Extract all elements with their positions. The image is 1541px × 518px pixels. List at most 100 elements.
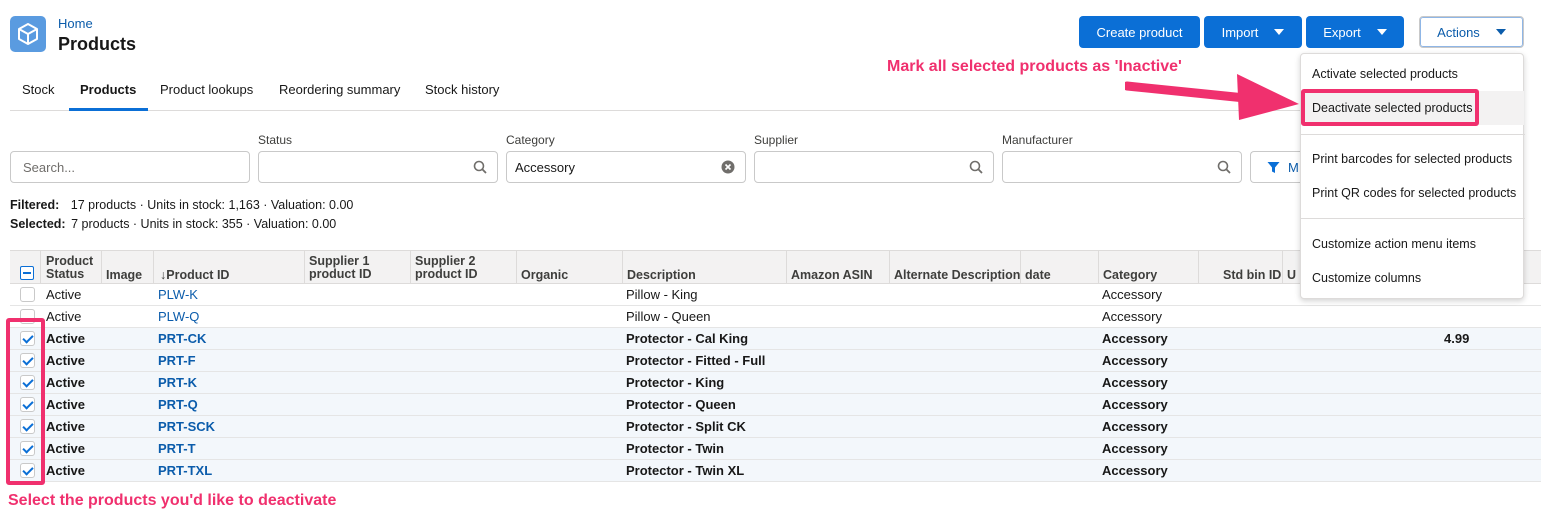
menu-item-customize-columns[interactable]: Customize columns bbox=[1312, 271, 1421, 285]
manufacturer-filter-input[interactable] bbox=[1002, 151, 1242, 183]
col-description[interactable]: Description bbox=[627, 269, 696, 282]
import-button[interactable]: Import bbox=[1204, 16, 1302, 48]
cell-status: Active bbox=[46, 331, 86, 346]
column-divider bbox=[1282, 251, 1283, 283]
column-divider bbox=[622, 251, 623, 283]
filtered-label: Filtered: bbox=[10, 198, 60, 212]
column-divider bbox=[1198, 251, 1199, 283]
filter-icon bbox=[1267, 161, 1280, 173]
import-label: Import bbox=[1221, 24, 1259, 40]
col-std-bin-id[interactable]: Std bin ID bbox=[1223, 269, 1281, 282]
menu-item-customize-actions[interactable]: Customize action menu items bbox=[1312, 237, 1476, 251]
cell-product-id[interactable]: PRT-F bbox=[158, 353, 196, 368]
col-product-id[interactable]: ↓Product ID bbox=[160, 269, 229, 282]
table-row[interactable]: Active PRT-CK Protector - Cal King Accessor… bbox=[10, 328, 1541, 350]
cell-status: Active bbox=[46, 353, 86, 368]
cell-status: Active bbox=[46, 287, 82, 302]
tab-reordering-summary[interactable]: Reordering summary bbox=[279, 82, 400, 97]
cell-description: Protector - Twin bbox=[626, 441, 724, 456]
supplier-filter-input[interactable] bbox=[754, 151, 994, 183]
tab-product-lookups[interactable]: Product lookups bbox=[160, 82, 253, 97]
create-product-label: Create product bbox=[1096, 24, 1183, 40]
cell-product-id[interactable]: PRT-T bbox=[158, 441, 196, 456]
col-organic[interactable]: Organic bbox=[521, 269, 568, 282]
selected-summary: Selected: 7 products · Units in stock: 3… bbox=[10, 217, 336, 231]
search-icon bbox=[473, 160, 487, 174]
cell-category: Accessory bbox=[1102, 287, 1162, 302]
col-product-status[interactable]: Product Status bbox=[46, 255, 93, 281]
cell-category: Accessory bbox=[1102, 419, 1168, 434]
cell-product-id[interactable]: PRT-Q bbox=[158, 397, 198, 412]
search-placeholder: Search... bbox=[23, 159, 76, 175]
search-icon bbox=[969, 160, 983, 174]
row-checkbox[interactable] bbox=[20, 287, 35, 302]
table-row[interactable]: Active PRT-SCK Protector - Split CK Accesso… bbox=[10, 416, 1541, 438]
cell-status: Active bbox=[46, 441, 86, 456]
table-row[interactable]: Active PRT-F Protector - Fitted - Full Acce… bbox=[10, 350, 1541, 372]
annotation-highlight-box bbox=[1301, 89, 1479, 126]
search-input[interactable]: Search... bbox=[10, 151, 250, 183]
selected-text: 7 products · Units in stock: 355 · Valua… bbox=[71, 217, 337, 231]
column-divider bbox=[889, 251, 890, 283]
more-filters-label: M bbox=[1288, 159, 1299, 175]
cell-product-id[interactable]: PRT-TXL bbox=[158, 463, 212, 478]
menu-item-activate[interactable]: Activate selected products bbox=[1312, 67, 1458, 81]
cell-description: Protector - Fitted - Full bbox=[626, 353, 766, 368]
actions-label: Actions bbox=[1437, 24, 1480, 40]
column-divider bbox=[40, 251, 41, 283]
col-category[interactable]: Category bbox=[1103, 269, 1157, 282]
menu-item-print-qr-codes[interactable]: Print QR codes for selected products bbox=[1312, 186, 1516, 200]
menu-item-print-barcodes[interactable]: Print barcodes for selected products bbox=[1312, 152, 1512, 166]
search-icon bbox=[1217, 160, 1231, 174]
cell-product-id[interactable]: PRT-SCK bbox=[158, 419, 215, 434]
filtered-text: 17 products · Units in stock: 1,163 · Va… bbox=[70, 198, 354, 212]
category-filter-label: Category bbox=[506, 133, 555, 147]
cell-product-id[interactable]: PLW-Q bbox=[158, 309, 199, 324]
cell-description: Protector - Split CK bbox=[626, 419, 746, 434]
manufacturer-filter-label: Manufacturer bbox=[1002, 133, 1073, 147]
cell-product-id[interactable]: PRT-K bbox=[158, 375, 197, 390]
col-supplier2-id[interactable]: Supplier 2 product ID bbox=[415, 255, 478, 281]
tab-stock-history[interactable]: Stock history bbox=[425, 82, 499, 97]
col-date[interactable]: date bbox=[1025, 269, 1051, 282]
cell-description: Protector - King bbox=[626, 375, 725, 390]
cell-category: Accessory bbox=[1102, 331, 1168, 346]
cell-price: 4.99 bbox=[1444, 331, 1470, 346]
col-supplier1-line2: product ID bbox=[309, 267, 372, 281]
column-divider bbox=[304, 251, 305, 283]
table-row[interactable]: Active PLW-Q Pillow - Queen Accessory bbox=[10, 306, 1541, 328]
table-row[interactable]: Active PRT-Q Protector - Queen Accessory bbox=[10, 394, 1541, 416]
cell-description: Pillow - King bbox=[626, 287, 698, 302]
col-alternate-description[interactable]: Alternate Description bbox=[894, 269, 1020, 282]
table-row[interactable]: Active PRT-K Protector - King Accessory bbox=[10, 372, 1541, 394]
more-filters-button[interactable]: M bbox=[1250, 151, 1300, 183]
status-filter-input[interactable] bbox=[258, 151, 498, 183]
create-product-button[interactable]: Create product bbox=[1079, 16, 1200, 48]
cell-category: Accessory bbox=[1102, 441, 1168, 456]
cell-description: Pillow - Queen bbox=[626, 309, 711, 324]
chevron-down-icon bbox=[1376, 29, 1387, 35]
clear-icon[interactable] bbox=[721, 160, 735, 174]
col-amazon-asin[interactable]: Amazon ASIN bbox=[791, 269, 873, 282]
cell-category: Accessory bbox=[1102, 463, 1168, 478]
actions-button[interactable]: Actions bbox=[1419, 16, 1524, 48]
chevron-down-icon bbox=[1274, 29, 1285, 35]
table-row[interactable]: Active PRT-TXL Protector - Twin XL Accessor… bbox=[10, 460, 1541, 482]
category-filter-input[interactable]: Accessory bbox=[506, 151, 746, 183]
active-tab-indicator bbox=[69, 108, 148, 111]
select-all-checkbox[interactable] bbox=[20, 266, 34, 280]
export-button[interactable]: Export bbox=[1306, 16, 1404, 48]
tab-stock[interactable]: Stock bbox=[22, 82, 55, 97]
table-row[interactable]: Active PRT-T Protector - Twin Accessory bbox=[10, 438, 1541, 460]
breadcrumb[interactable]: Home bbox=[58, 16, 93, 31]
col-supplier1-id[interactable]: Supplier 1 product ID bbox=[309, 255, 372, 281]
annotation-checkbox-box bbox=[6, 318, 45, 485]
cell-description: Protector - Cal King bbox=[626, 331, 749, 346]
status-filter-label: Status bbox=[258, 133, 293, 147]
box-icon bbox=[18, 23, 38, 45]
cell-product-id[interactable]: PRT-CK bbox=[158, 331, 206, 346]
cell-product-id[interactable]: PLW-K bbox=[158, 287, 198, 302]
col-extra[interactable]: U bbox=[1287, 269, 1296, 282]
col-image[interactable]: Image bbox=[106, 269, 142, 282]
tab-products[interactable]: Products bbox=[80, 82, 136, 97]
